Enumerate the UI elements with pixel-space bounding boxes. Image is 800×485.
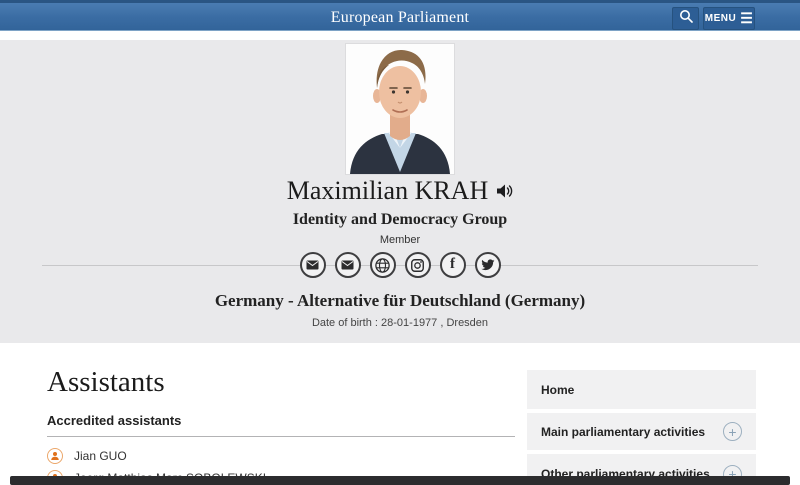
assistant-name: Jian GUO [74, 449, 127, 463]
website-globe-icon[interactable] [370, 252, 396, 278]
social-links-row: f [0, 252, 800, 278]
envelope-icon[interactable] [335, 252, 361, 278]
search-icon [679, 9, 693, 28]
assistants-title: Assistants [47, 366, 515, 399]
assistants-divider [47, 436, 515, 437]
member-photo [345, 43, 455, 175]
sidebar-item-main-parliamentary-activities[interactable]: Main parliamentary activities + [527, 413, 756, 450]
expand-plus-icon[interactable]: + [723, 422, 742, 441]
member-hero-section: Maximilian KRAH Identity and Democracy G… [0, 40, 800, 343]
facebook-icon[interactable]: f [440, 252, 466, 278]
member-name: Maximilian KRAH [287, 176, 489, 205]
country-party: Germany - Alternative für Deutschland (G… [0, 291, 800, 311]
hamburger-icon: ☰ [740, 11, 753, 25]
search-button[interactable] [672, 7, 699, 30]
political-group: Identity and Democracy Group [0, 211, 800, 229]
accredited-assistants-heading: Accredited assistants [47, 413, 515, 428]
bottom-overlay-bar [10, 476, 790, 485]
menu-button-label: MENU [705, 13, 736, 24]
email-icon[interactable] [300, 252, 326, 278]
member-status: Member [0, 234, 800, 246]
person-icon [47, 448, 63, 464]
pronounce-speaker-icon[interactable] [496, 176, 513, 206]
menu-button[interactable]: MENU ☰ [703, 7, 755, 30]
section-nav-sidebar: Home Main parliamentary activities + Oth… [527, 370, 756, 485]
sidebar-item-label: Home [541, 383, 574, 397]
header-bar: European Parliament MENU ☰ [0, 0, 800, 31]
twitter-icon[interactable] [475, 252, 501, 278]
date-of-birth: Date of birth : 28-01-1977 , Dresden [0, 317, 800, 329]
sidebar-item-label: Main parliamentary activities [541, 425, 705, 439]
assistants-section: Assistants Accredited assistants Jian GU… [47, 366, 515, 485]
member-name-row: Maximilian KRAH [0, 176, 800, 206]
mep-profile-page: European Parliament MENU ☰ [0, 0, 800, 485]
sidebar-item-home[interactable]: Home [527, 370, 756, 409]
assistant-row: Jian GUO [47, 445, 515, 467]
instagram-icon[interactable] [405, 252, 431, 278]
